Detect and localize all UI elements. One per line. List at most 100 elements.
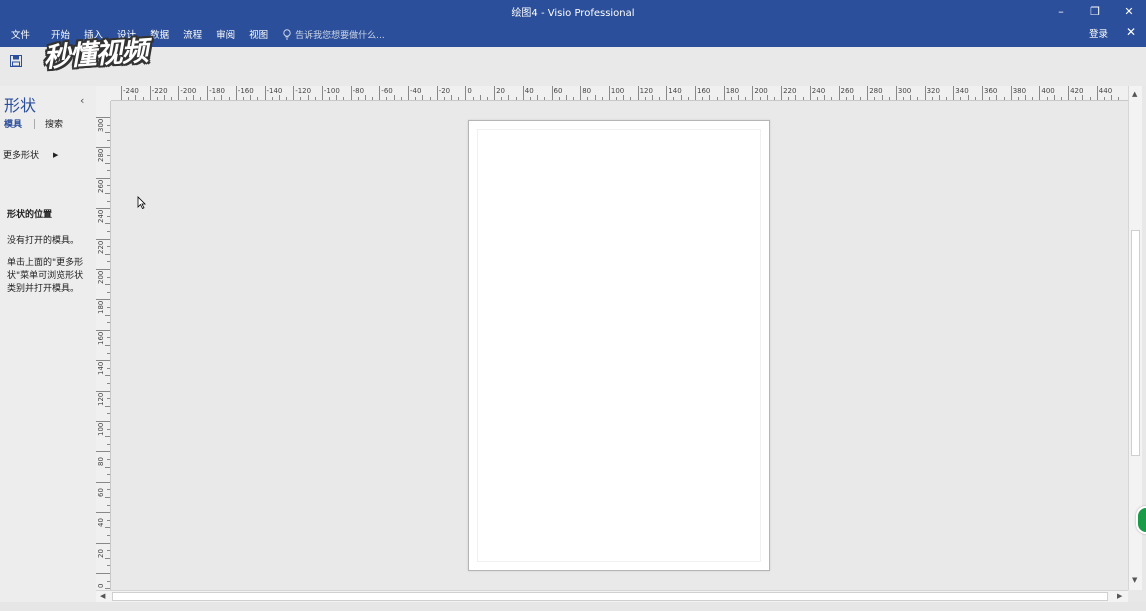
- ruler-major-tick: [608, 86, 610, 100]
- ruler-label: -40: [410, 87, 422, 95]
- instruction-text: 单击上面的"更多形状"菜单可浏览形状类别并打开模具。: [7, 258, 84, 294]
- ruler-label: 340: [955, 87, 969, 95]
- ruler-label: 280: [869, 87, 883, 95]
- ruler-major-tick: [666, 86, 668, 100]
- horizontal-scroll-thumb[interactable]: [112, 592, 1108, 601]
- login-link[interactable]: 登录: [1089, 26, 1108, 40]
- ruler-major-tick: [96, 481, 110, 483]
- ruler-label: -20: [438, 87, 451, 95]
- tell-me-box[interactable]: 告诉我您想要做什么...: [283, 28, 385, 41]
- quick-access-toolbar: [0, 47, 1146, 86]
- tab-data[interactable]: 数据: [143, 27, 176, 41]
- ruler-major-tick: [1010, 86, 1012, 100]
- tab-process[interactable]: 流程: [176, 27, 209, 41]
- ruler-label: 120: [639, 87, 653, 95]
- scroll-right-icon[interactable]: ▶: [1117, 592, 1122, 600]
- close-document-button[interactable]: ✕: [1126, 25, 1136, 39]
- scroll-left-icon[interactable]: ◀: [100, 592, 105, 600]
- ruler-major-tick: [96, 390, 110, 392]
- ruler-label: 360: [984, 87, 998, 95]
- drawing-canvas[interactable]: [111, 101, 1128, 590]
- window-controls: – ❐ ✕: [1044, 2, 1146, 20]
- ruler-major-tick: [96, 542, 110, 544]
- ruler-label: 40: [524, 87, 534, 95]
- ruler-major-tick: [436, 86, 438, 100]
- panel-tabs: 模具 搜索: [4, 117, 63, 130]
- ruler-major-tick: [953, 86, 955, 100]
- vertical-scroll-thumb[interactable]: [1131, 230, 1140, 456]
- tab-review[interactable]: 审阅: [209, 27, 242, 41]
- ruler-label: 60: [553, 87, 563, 95]
- ruler-label: 160: [697, 87, 711, 95]
- tab-divider: [34, 118, 36, 129]
- ruler-major-tick: [350, 86, 352, 100]
- chevron-right-icon: ▶: [53, 150, 59, 159]
- ruler-major-tick: [695, 86, 696, 100]
- ruler-label: 180: [725, 87, 740, 95]
- watermark-logo: 秒懂视频: [42, 35, 149, 74]
- ruler-label: -60: [381, 87, 393, 95]
- more-shapes-menu[interactable]: 更多形状 ▶: [3, 148, 59, 162]
- close-button[interactable]: ✕: [1112, 2, 1146, 20]
- ruler-major-tick: [465, 86, 467, 100]
- panel-title: 形状: [4, 96, 37, 115]
- more-shapes-label: 更多形状: [3, 151, 40, 161]
- ruler-major-tick: [494, 86, 496, 100]
- ruler-major-tick: [121, 86, 122, 100]
- save-icon[interactable]: [10, 55, 22, 67]
- page-margin: [477, 129, 761, 562]
- ruler-major-tick: [149, 86, 151, 100]
- ruler-label: 60: [97, 487, 105, 497]
- ruler-major-tick: [293, 86, 295, 100]
- minimize-button[interactable]: –: [1044, 2, 1078, 20]
- ruler-label: 100: [97, 422, 105, 436]
- ruler-label: 220: [97, 240, 105, 254]
- scroll-down-icon[interactable]: ▼: [1132, 576, 1137, 584]
- vertical-ruler[interactable]: 300 280 260 240 220 200 180 160 140 120 100 80 60 40 2…: [96, 101, 111, 590]
- ruler-corner: [96, 86, 111, 101]
- tab-view[interactable]: 视图: [242, 27, 275, 41]
- ruler-label: -100: [323, 87, 340, 95]
- ruler-major-tick: [637, 86, 639, 100]
- ruler-label: 240: [811, 87, 826, 95]
- ruler-major-tick: [235, 86, 237, 100]
- scroll-up-icon[interactable]: ▲: [1132, 90, 1137, 98]
- no-stencil-message: 没有打开的模具。: [7, 236, 80, 246]
- status-bar: [0, 602, 1146, 611]
- restore-button[interactable]: ❐: [1078, 2, 1112, 20]
- horizontal-scrollbar[interactable]: ◀ ▶: [96, 590, 1128, 602]
- ruler-label: 160: [97, 331, 105, 345]
- ruler-major-tick: [1096, 86, 1098, 100]
- ruler-label: 280: [97, 149, 105, 163]
- floating-action-button[interactable]: [1136, 506, 1146, 534]
- ruler-label: -200: [180, 87, 197, 95]
- ruler-major-tick: [321, 86, 323, 100]
- ruler-major-tick: [379, 86, 381, 100]
- ruler-major-tick: [207, 86, 209, 100]
- ruler-label: -160: [237, 87, 254, 95]
- ruler-major-tick: [838, 86, 840, 100]
- ruler-label: 220: [783, 87, 797, 95]
- ruler-major-tick: [1068, 86, 1070, 100]
- mouse-cursor-icon: [137, 196, 146, 209]
- ruler-label: -240: [123, 87, 139, 95]
- ruler-label: 140: [97, 361, 105, 376]
- tab-stencil[interactable]: 模具: [4, 117, 22, 130]
- shapes-panel: 形状 ‹ 模具 搜索 更多形状 ▶ 形状的位置 没有打开的模具。 单击上面的"更…: [0, 86, 96, 611]
- ruler-label: 400: [1041, 87, 1055, 95]
- collapse-panel-icon[interactable]: ‹: [80, 94, 84, 107]
- ruler-major-tick: [723, 86, 725, 100]
- drawing-page[interactable]: [468, 120, 770, 571]
- tab-file[interactable]: 文件: [0, 27, 44, 41]
- ruler-label: -120: [295, 87, 312, 95]
- ruler-major-tick: [96, 573, 110, 574]
- ruler-label: 80: [97, 457, 105, 467]
- ruler-major-tick: [522, 86, 524, 100]
- tab-search[interactable]: 搜索: [45, 117, 63, 130]
- ruler-major-tick: [96, 238, 110, 240]
- ruler-label: -220: [151, 87, 168, 95]
- horizontal-ruler[interactable]: -240 -220 -200 -180 -160 -140 -120 -100 -80 -60 -4…: [111, 86, 1128, 101]
- ruler-major-tick: [752, 86, 754, 100]
- ruler-label: 440: [1098, 87, 1113, 95]
- ruler-label: 180: [97, 301, 105, 315]
